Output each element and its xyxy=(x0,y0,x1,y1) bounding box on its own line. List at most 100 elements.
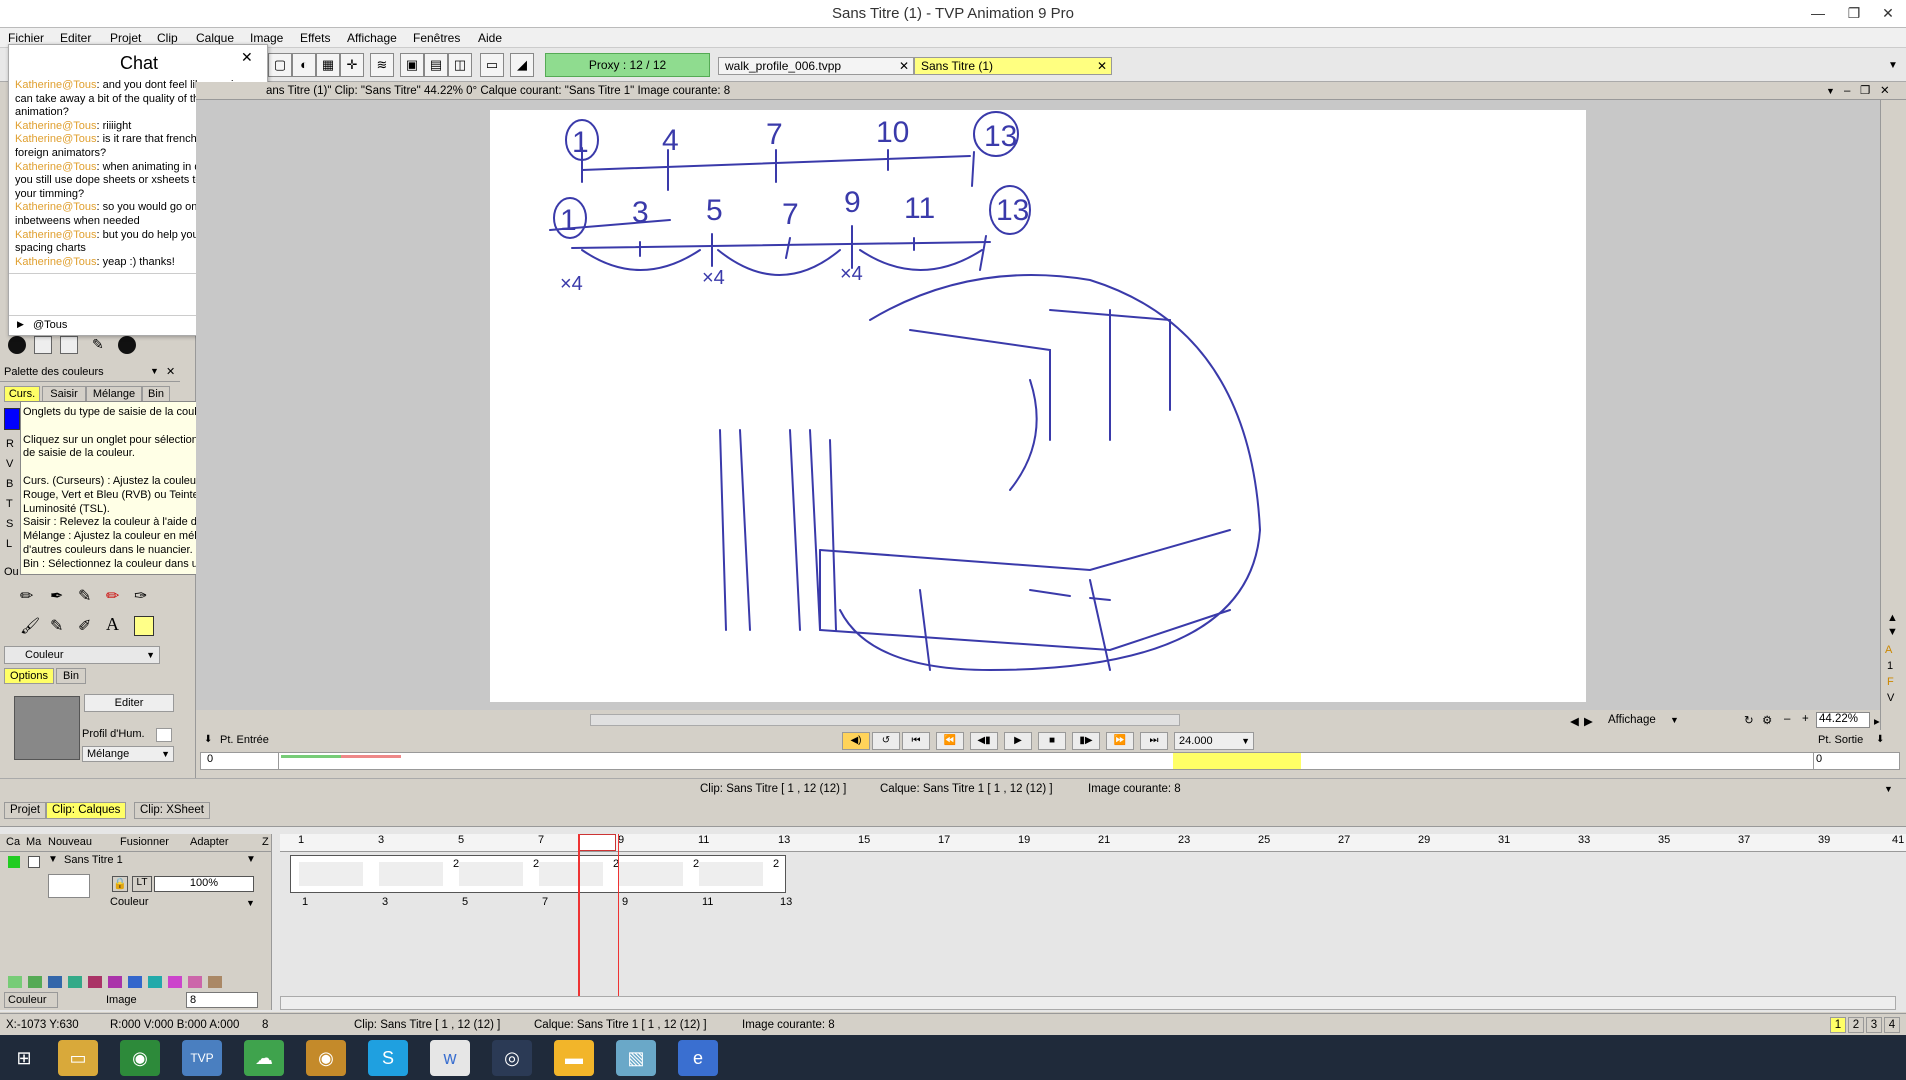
right-label-f[interactable]: F xyxy=(1887,676,1894,688)
tab-tools-bin[interactable]: Bin xyxy=(56,668,86,684)
play-icon[interactable]: ▶ xyxy=(1004,732,1032,750)
brush-dot-icon[interactable] xyxy=(118,336,136,354)
current-frame-indicator[interactable] xyxy=(578,834,616,851)
minimize-button[interactable]: — xyxy=(1800,0,1836,28)
file-explorer-icon[interactable]: ▭ xyxy=(58,1040,98,1076)
arrow-down-icon[interactable]: ⬇ xyxy=(204,734,212,745)
rotate-icon[interactable]: ↻ xyxy=(1744,713,1754,727)
chevron-down-icon[interactable]: ▼ xyxy=(1884,779,1893,799)
frame-thumbnail[interactable] xyxy=(459,862,523,886)
gradient-icon[interactable]: ◢ xyxy=(510,53,534,77)
notes-icon[interactable]: ▧ xyxy=(616,1040,656,1076)
pencil-icon[interactable]: ✏ xyxy=(20,586,33,606)
arrow-left-icon[interactable]: ◀ xyxy=(1570,714,1579,728)
playhead-line[interactable] xyxy=(578,834,580,1010)
chevron-down-icon[interactable]: ▼ xyxy=(150,366,159,376)
chevron-down-icon[interactable]: ▼ xyxy=(1826,82,1835,100)
tab-melange[interactable]: Mélange xyxy=(86,386,142,402)
page-4-button[interactable]: 4 xyxy=(1884,1017,1900,1033)
chevron-down-icon[interactable]: ▼ xyxy=(246,854,256,865)
safe-area-icon[interactable]: ▣ xyxy=(400,53,424,77)
layer-blend-mode[interactable]: Couleur xyxy=(110,896,149,908)
red-pencil-icon[interactable]: ✏ xyxy=(106,586,119,606)
chevron-down-icon[interactable]: ▼ xyxy=(1888,60,1898,71)
color-mode-dropdown[interactable]: Couleur ▼ xyxy=(4,646,160,664)
fps-dropdown[interactable]: 24.000 ▼ xyxy=(1174,732,1254,750)
header-z[interactable]: Z xyxy=(262,836,269,848)
skype-icon[interactable]: S xyxy=(368,1040,408,1076)
close-icon[interactable]: ✕ xyxy=(1097,58,1107,74)
timeline-ruler[interactable]: 1 3 5 7 9 11 13 15 17 19 21 23 25 27 29 … xyxy=(280,834,1906,852)
minimize-view-icon[interactable]: – xyxy=(1844,82,1850,100)
tab-clip-xsheet[interactable]: Clip: XSheet xyxy=(134,802,210,819)
layer-name[interactable]: Sans Titre 1 xyxy=(64,854,123,866)
page-3-button[interactable]: 3 xyxy=(1866,1017,1882,1033)
new-layer-dropdown[interactable]: Nouveau xyxy=(48,836,92,848)
right-label-1[interactable]: 1 xyxy=(1887,660,1893,672)
maximize-button[interactable]: ❐ xyxy=(1836,0,1872,28)
out-frame-field[interactable]: 0 xyxy=(1813,753,1889,769)
loop-icon[interactable]: ↺ xyxy=(872,732,900,750)
chevron-down-icon[interactable]: ▼ xyxy=(246,898,255,908)
stop-icon[interactable]: ■ xyxy=(1038,732,1066,750)
last-frame-icon[interactable]: ⏭ xyxy=(1140,732,1168,750)
table-icon[interactable]: ▤ xyxy=(424,53,448,77)
chrome-canary-icon[interactable]: ◉ xyxy=(306,1040,346,1076)
arrow-up-icon[interactable]: ▲ xyxy=(1887,612,1898,624)
marker-icon[interactable]: ✎ xyxy=(78,586,91,606)
menu-affichage[interactable]: Affichage xyxy=(347,31,397,45)
layers-icon[interactable]: ≋ xyxy=(370,53,394,77)
light-table-toggle[interactable]: LT xyxy=(132,876,152,892)
select-icon[interactable] xyxy=(34,336,52,354)
restore-view-icon[interactable]: ❐ xyxy=(1860,82,1870,100)
selection-tool-icon[interactable] xyxy=(134,616,154,636)
chevron-down-icon[interactable]: ▼ xyxy=(1670,715,1679,725)
crosshair-icon[interactable]: ✛ xyxy=(340,53,364,77)
color-filter-dropdown[interactable]: Couleur xyxy=(4,992,58,1008)
zoom-field[interactable]: 44.22% xyxy=(1816,712,1870,728)
gear-icon[interactable]: ⚙ xyxy=(1762,713,1772,727)
edit-brush-button[interactable]: Editer xyxy=(84,694,174,712)
color-group-swatch[interactable] xyxy=(8,976,22,988)
frame-icon[interactable]: ▢ xyxy=(268,53,292,77)
close-icon[interactable]: ✕ xyxy=(899,58,909,74)
fast-forward-icon[interactable]: ⏩ xyxy=(1106,732,1134,750)
frame-thumbnail[interactable] xyxy=(539,862,603,886)
tab-walk-profile[interactable]: walk_profile_006.tvpp ✕ xyxy=(718,57,914,75)
menu-fenetres[interactable]: Fenêtres xyxy=(413,31,460,45)
feather-icon[interactable]: ✑ xyxy=(134,586,147,606)
close-window-button[interactable]: ✕ xyxy=(1870,0,1906,28)
in-point-label[interactable]: Pt. Entrée xyxy=(220,734,269,746)
frame-thumbnail[interactable] xyxy=(299,862,363,886)
out-point-label[interactable]: Pt. Sortie xyxy=(1818,734,1863,746)
blend-mode-dropdown[interactable]: Mélange ▼ xyxy=(82,746,174,762)
airbrush-icon[interactable]: ✎ xyxy=(50,616,63,636)
browser-icon[interactable]: e xyxy=(678,1040,718,1076)
color-group-swatch[interactable] xyxy=(28,976,42,988)
frame-thumbnail[interactable] xyxy=(619,862,683,886)
menu-editer[interactable]: Editer xyxy=(60,31,91,45)
tab-saisir[interactable]: Saisir xyxy=(42,386,86,402)
image-number-field[interactable]: 8 xyxy=(186,992,258,1008)
color-group-swatch[interactable] xyxy=(148,976,162,988)
arrow-down-icon[interactable]: ▼ xyxy=(1887,626,1898,638)
zoom-in-icon[interactable]: + xyxy=(1802,713,1809,725)
merge-dropdown[interactable]: Fusionner xyxy=(120,836,169,848)
proxy-indicator[interactable]: Proxy : 12 / 12 xyxy=(545,53,710,77)
layer-opacity[interactable]: 100% xyxy=(154,876,254,892)
tab-options[interactable]: Options xyxy=(4,668,54,684)
steam-icon[interactable]: ◎ xyxy=(492,1040,532,1076)
color-group-swatch[interactable] xyxy=(208,976,222,988)
color-group-swatch[interactable] xyxy=(108,976,122,988)
folder-icon[interactable]: ▬ xyxy=(554,1040,594,1076)
color-group-swatch[interactable] xyxy=(68,976,82,988)
color-group-swatch[interactable] xyxy=(168,976,182,988)
frame-ruler[interactable]: 0 0 xyxy=(200,752,1900,770)
color-group-swatch[interactable] xyxy=(128,976,142,988)
step-forward-icon[interactable]: ▮▶ xyxy=(1072,732,1100,750)
tab-sans-titre[interactable]: Sans Titre (1) ✕ xyxy=(914,57,1112,75)
grid-icon[interactable]: ▦ xyxy=(316,53,340,77)
menu-clip[interactable]: Clip xyxy=(157,31,178,45)
close-icon[interactable]: ✕ xyxy=(166,365,175,378)
pen-icon[interactable]: ✒ xyxy=(50,586,63,606)
